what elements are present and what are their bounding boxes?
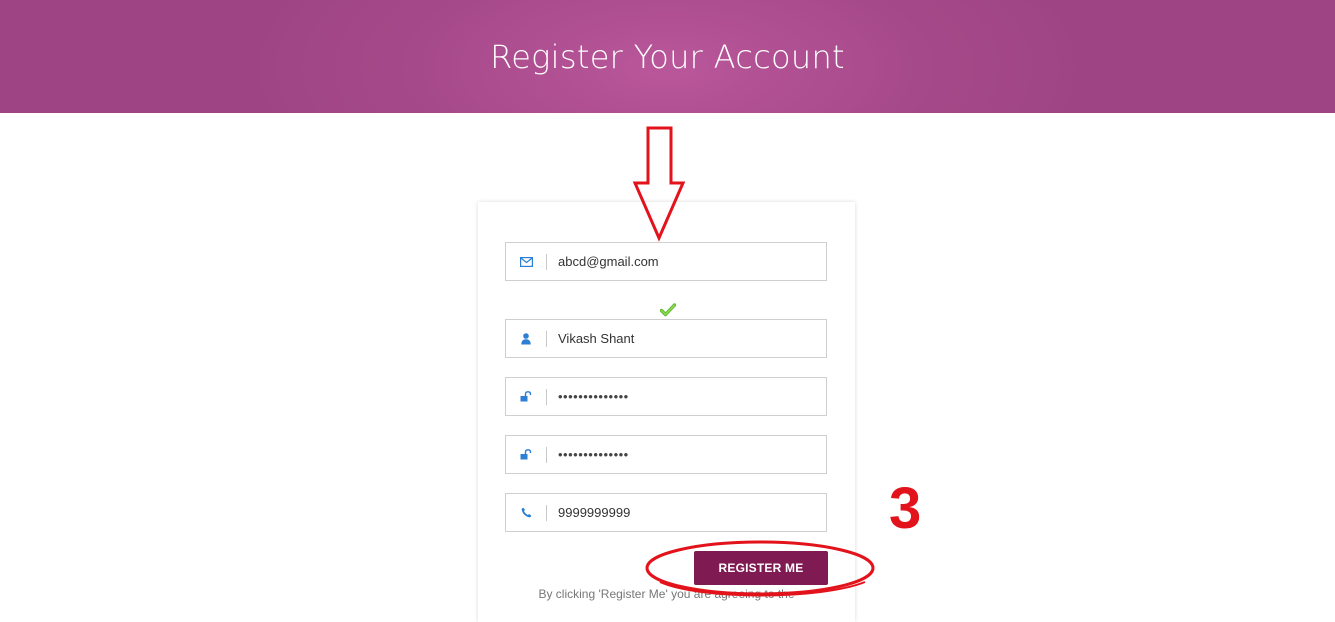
annotation-arrow-down-icon <box>632 126 686 242</box>
annotation-step-number: 3 <box>889 476 922 541</box>
annotation-overlay <box>632 126 875 597</box>
annotation-circle <box>645 540 875 597</box>
